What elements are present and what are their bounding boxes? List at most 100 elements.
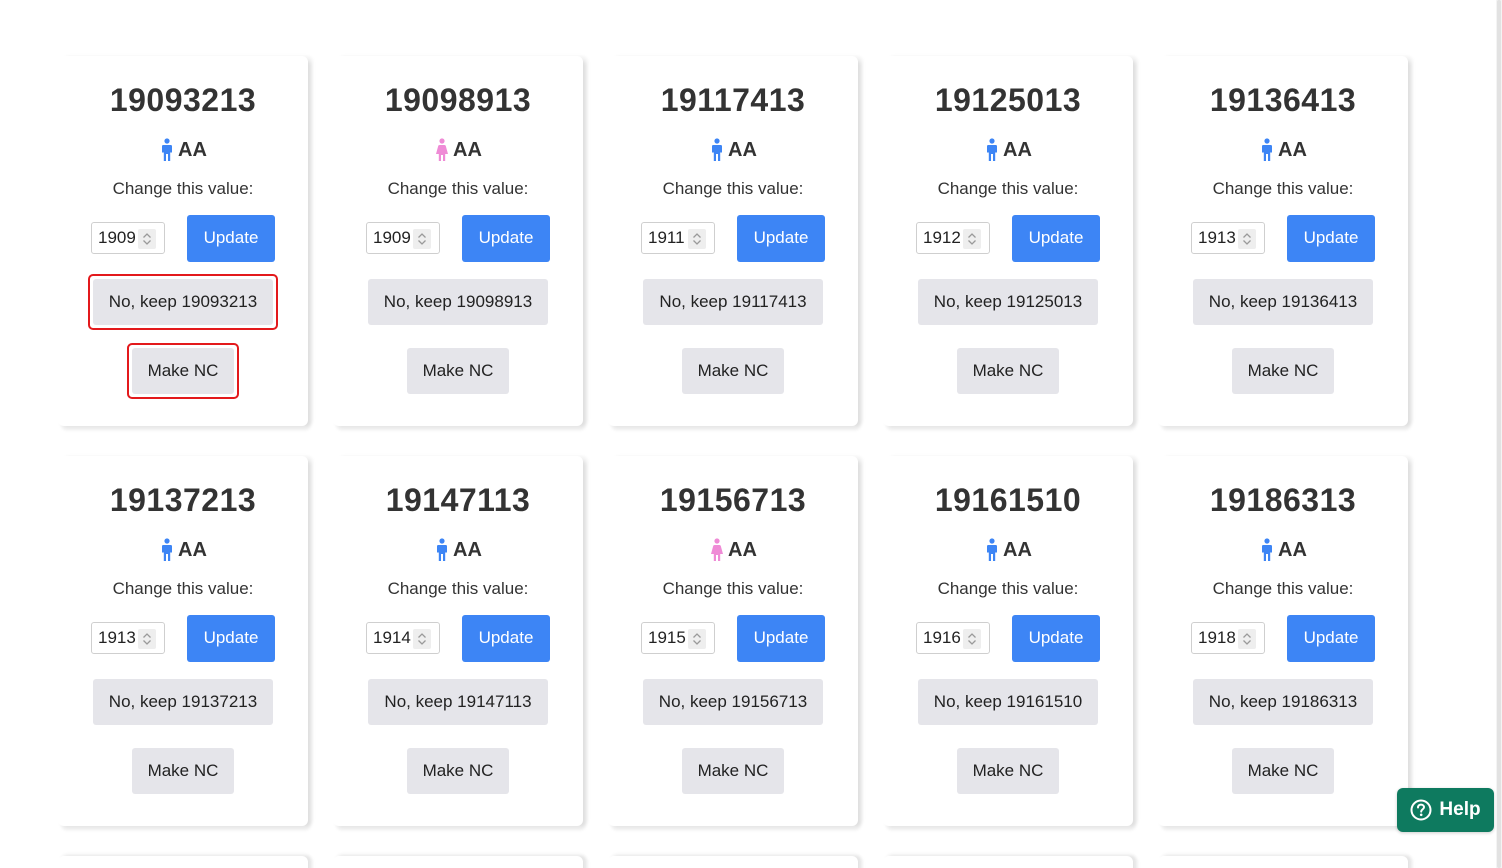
value-stepper[interactable] — [138, 629, 156, 649]
make-nc-button[interactable]: Make NC — [956, 348, 1060, 394]
value-input[interactable]: 1912 — [916, 222, 990, 254]
partial-card — [608, 856, 858, 868]
chevron-up-icon[interactable] — [142, 232, 152, 239]
value-input[interactable]: 1918 — [1191, 622, 1265, 654]
make-nc-button[interactable]: Make NC — [406, 348, 510, 394]
keep-button[interactable]: No, keep 19117413 — [643, 279, 823, 325]
female-person-icon — [436, 138, 449, 161]
chevron-down-icon[interactable] — [417, 639, 427, 646]
female-person-icon — [711, 538, 724, 561]
chevron-down-icon[interactable] — [967, 239, 977, 246]
keep-button[interactable]: No, keep 19098913 — [367, 279, 549, 325]
make-nc-button[interactable]: Make NC — [406, 748, 510, 794]
value-stepper[interactable] — [963, 229, 981, 249]
keep-button[interactable]: No, keep 19137213 — [92, 679, 274, 725]
make-nc-button[interactable]: Make NC — [681, 748, 785, 794]
value-stepper[interactable] — [413, 629, 431, 649]
gender-code: AA — [1003, 138, 1032, 161]
keep-button[interactable]: No, keep 19147113 — [368, 679, 548, 725]
chevron-up-icon[interactable] — [142, 632, 152, 639]
card: 19137213 AA Change this value: 1913 Upda… — [58, 456, 308, 826]
value-input[interactable]: 1909 — [91, 222, 165, 254]
gender-code: AA — [178, 538, 207, 561]
chevron-up-icon[interactable] — [692, 232, 702, 239]
value-input-text: 1914 — [373, 628, 411, 647]
chevron-down-icon[interactable] — [692, 239, 702, 246]
chevron-down-icon[interactable] — [1242, 639, 1252, 646]
value-input-text: 1912 — [923, 228, 961, 247]
update-row: 1916 Update — [916, 614, 1100, 662]
chevron-down-icon[interactable] — [142, 639, 152, 646]
keep-button[interactable]: No, keep 19161510 — [917, 679, 1099, 725]
card: 19093213 AA Change this value: 1909 Upda… — [58, 56, 308, 426]
keep-button-wrap: No, keep 19147113 — [363, 674, 552, 730]
male-person-icon — [1262, 138, 1273, 161]
male-person-icon — [987, 138, 998, 161]
keep-button[interactable]: No, keep 19093213 — [92, 279, 274, 325]
page: 19093213 AA Change this value: 1909 Upda… — [0, 0, 1502, 868]
keep-button[interactable]: No, keep 19186313 — [1192, 679, 1374, 725]
value-stepper[interactable] — [963, 629, 981, 649]
chevron-up-icon[interactable] — [692, 632, 702, 639]
update-button[interactable]: Update — [462, 614, 550, 662]
value-stepper[interactable] — [138, 229, 156, 249]
value-input[interactable]: 1913 — [91, 622, 165, 654]
make-nc-button[interactable]: Make NC — [681, 348, 785, 394]
update-button[interactable]: Update — [462, 214, 550, 262]
make-nc-button[interactable]: Make NC — [131, 748, 235, 794]
chevron-up-icon[interactable] — [1242, 232, 1252, 239]
update-button[interactable]: Update — [1012, 614, 1100, 662]
make-nc-button[interactable]: Make NC — [131, 348, 235, 394]
value-input[interactable]: 1911 — [641, 222, 715, 254]
update-row: 1909 Update — [91, 214, 275, 262]
update-button[interactable]: Update — [1287, 214, 1375, 262]
scrollbar[interactable] — [1496, 0, 1502, 868]
value-input[interactable]: 1914 — [366, 622, 440, 654]
update-button[interactable]: Update — [187, 214, 275, 262]
value-input[interactable]: 1913 — [1191, 222, 1265, 254]
value-stepper[interactable] — [1238, 229, 1256, 249]
card: 19161510 AA Change this value: 1916 Upda… — [883, 456, 1133, 826]
gender-row: AA — [1259, 136, 1307, 164]
chevron-down-icon[interactable] — [967, 639, 977, 646]
keep-button[interactable]: No, keep 19136413 — [1192, 279, 1374, 325]
keep-button-wrap: No, keep 19125013 — [913, 274, 1103, 330]
keep-button[interactable]: No, keep 19156713 — [642, 679, 824, 725]
value-input[interactable]: 1909 — [366, 222, 440, 254]
update-button[interactable]: Update — [737, 214, 825, 262]
value-stepper[interactable] — [688, 629, 706, 649]
value-stepper[interactable] — [688, 229, 706, 249]
gender-code: AA — [1278, 538, 1307, 561]
value-input-text: 1911 — [648, 228, 685, 247]
chevron-up-icon[interactable] — [417, 632, 427, 639]
value-input[interactable]: 1915 — [641, 622, 715, 654]
chevron-up-icon[interactable] — [417, 232, 427, 239]
update-button[interactable]: Update — [737, 614, 825, 662]
chevron-up-icon[interactable] — [967, 232, 977, 239]
chevron-down-icon[interactable] — [142, 239, 152, 246]
chevron-down-icon[interactable] — [1242, 239, 1252, 246]
value-input[interactable]: 1916 — [916, 622, 990, 654]
update-button[interactable]: Update — [1012, 214, 1100, 262]
make-nc-button[interactable]: Make NC — [1231, 348, 1335, 394]
gender-row: AA — [984, 536, 1032, 564]
scrollbar-thumb[interactable] — [1497, 0, 1501, 868]
update-button[interactable]: Update — [187, 614, 275, 662]
chevron-down-icon[interactable] — [692, 639, 702, 646]
keep-button-wrap: No, keep 19093213 — [87, 274, 279, 330]
update-button[interactable]: Update — [1287, 614, 1375, 662]
help-button[interactable]: Help — [1397, 788, 1494, 832]
card-title: 19137213 — [109, 482, 257, 518]
update-row: 1909 Update — [366, 214, 550, 262]
card-title: 19186313 — [1209, 482, 1357, 518]
value-stepper[interactable] — [413, 229, 431, 249]
gender-code: AA — [728, 138, 757, 161]
chevron-down-icon[interactable] — [417, 239, 427, 246]
value-stepper[interactable] — [1238, 629, 1256, 649]
chevron-up-icon[interactable] — [967, 632, 977, 639]
make-nc-button[interactable]: Make NC — [956, 748, 1060, 794]
make-nc-button[interactable]: Make NC — [1231, 748, 1335, 794]
card-title: 19156713 — [659, 482, 807, 518]
keep-button[interactable]: No, keep 19125013 — [917, 279, 1099, 325]
chevron-up-icon[interactable] — [1242, 632, 1252, 639]
